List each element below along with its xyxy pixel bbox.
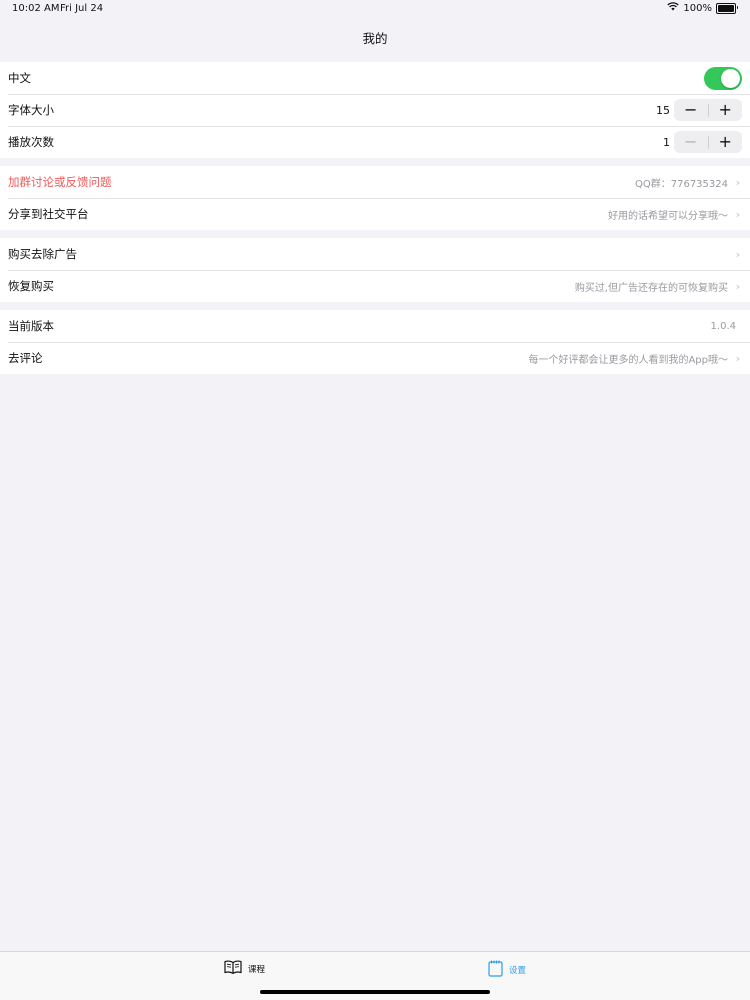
status-indicators: 100% (667, 2, 738, 14)
wifi-icon (667, 2, 680, 14)
font-size-increment-button[interactable]: + (709, 99, 743, 121)
status-time: 10:02 AM (12, 3, 60, 14)
review-detail: 每一个好评都会让更多的人看到我的App哦～ (528, 354, 728, 366)
review-label: 去评论 (8, 351, 43, 365)
font-size-value: 15 (656, 103, 670, 117)
chevron-right-icon: › (735, 247, 741, 261)
remove-ads-label: 购买去除广告 (8, 247, 77, 261)
book-icon (224, 960, 242, 977)
restore-purchase-label: 恢复购买 (8, 279, 54, 293)
tab-courses-label: 课程 (248, 964, 266, 975)
notepad-icon (488, 960, 503, 980)
language-toggle[interactable] (704, 66, 742, 90)
share-label: 分享到社交平台 (8, 207, 89, 221)
language-label: 中文 (8, 71, 31, 85)
battery-level (718, 4, 734, 12)
review-row[interactable]: 去评论 每一个好评都会让更多的人看到我的App哦～ › (0, 342, 750, 374)
version-row: 当前版本 1.0.4 (0, 310, 750, 342)
tab-settings[interactable]: 设置 (488, 960, 526, 980)
version-value: 1.0.4 (710, 320, 736, 332)
restore-purchase-row[interactable]: 恢复购买 购买过,但广告还存在的可恢复购买 › (0, 270, 750, 302)
home-indicator[interactable] (260, 990, 490, 994)
chevron-right-icon: › (735, 351, 741, 365)
status-bar: 10:02 AM Fri Jul 24 100% (0, 0, 750, 20)
toggle-knob (721, 68, 740, 88)
tab-courses[interactable]: 课程 (224, 960, 265, 977)
remove-ads-row[interactable]: 购买去除广告 › (0, 238, 750, 270)
page-title: 我的 (362, 30, 388, 46)
play-count-stepper: − + (674, 131, 742, 153)
chevron-right-icon: › (735, 175, 741, 189)
chevron-right-icon: › (735, 279, 741, 293)
play-count-decrement-button[interactable]: − (674, 131, 708, 153)
play-count-label: 播放次数 (8, 135, 54, 149)
play-count-value: 1 (663, 135, 670, 149)
community-group: 加群讨论或反馈问题 QQ群：776735324 › 分享到社交平台 好用的话希望… (0, 166, 750, 230)
status-date: Fri Jul 24 (60, 3, 104, 14)
font-size-decrement-button[interactable]: − (674, 99, 708, 121)
navigation-bar: 我的 (0, 20, 750, 54)
join-group-label: 加群讨论或反馈问题 (8, 175, 112, 189)
battery-percent: 100% (683, 2, 712, 14)
font-size-stepper: − + (674, 99, 742, 121)
play-count-increment-button[interactable]: + (709, 131, 743, 153)
font-size-label: 字体大小 (8, 103, 54, 117)
chevron-right-icon: › (735, 207, 741, 221)
restore-purchase-detail: 购买过,但广告还存在的可恢复购买 (574, 282, 728, 294)
purchase-group: 购买去除广告 › 恢复购买 购买过,但广告还存在的可恢复购买 › (0, 238, 750, 302)
tab-settings-label: 设置 (509, 966, 527, 976)
play-count-row: 播放次数 1 − + (0, 126, 750, 158)
preferences-group: 中文 字体大小 15 − + 播放次数 1 − + (0, 62, 750, 158)
battery-icon (716, 2, 738, 14)
share-detail: 好用的话希望可以分享哦～ (608, 210, 728, 222)
about-group: 当前版本 1.0.4 去评论 每一个好评都会让更多的人看到我的App哦～ › (0, 310, 750, 374)
share-row[interactable]: 分享到社交平台 好用的话希望可以分享哦～ › (0, 198, 750, 230)
font-size-row: 字体大小 15 − + (0, 94, 750, 126)
join-group-row[interactable]: 加群讨论或反馈问题 QQ群：776735324 › (0, 166, 750, 198)
language-row: 中文 (0, 62, 750, 94)
version-label: 当前版本 (8, 319, 54, 333)
join-group-detail: QQ群：776735324 (634, 178, 728, 190)
